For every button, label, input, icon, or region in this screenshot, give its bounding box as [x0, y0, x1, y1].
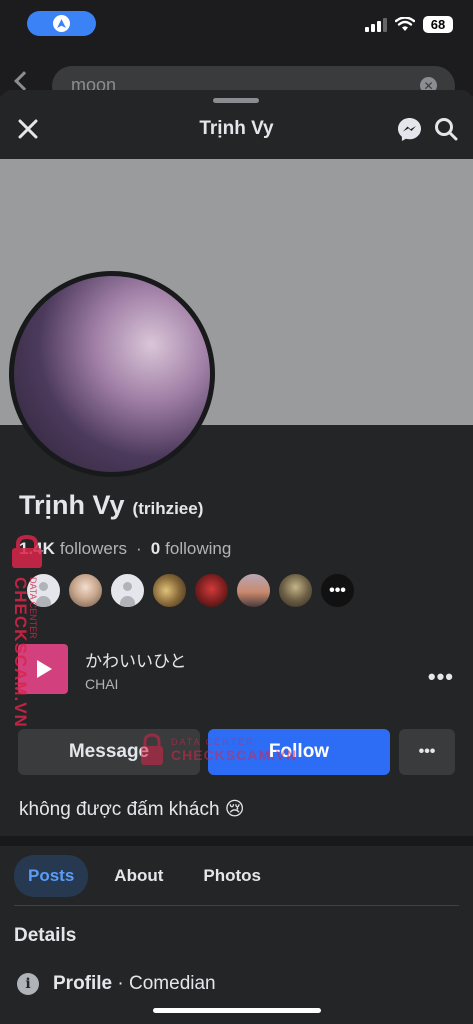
wifi-icon: [395, 17, 415, 31]
more-options-button[interactable]: •••: [399, 729, 455, 775]
lock-icon: [141, 733, 163, 765]
watermark-brand: CHECKSCAM.VN: [11, 577, 30, 728]
more-followers-icon[interactable]: •••: [319, 572, 356, 609]
follower-avatar[interactable]: [277, 572, 314, 609]
watermark-center-sub: DATA CENTER: [171, 737, 255, 747]
details-heading: Details: [14, 925, 77, 946]
follower-avatar[interactable]: [235, 572, 272, 609]
stats-separator: ·: [136, 539, 142, 558]
info-icon: i: [17, 973, 39, 995]
battery-indicator: 68: [423, 16, 453, 33]
profile-username: (trihziee): [132, 499, 204, 518]
follower-avatar[interactable]: [151, 572, 188, 609]
follower-avatar[interactable]: [67, 572, 104, 609]
profile-picture[interactable]: [9, 271, 215, 477]
profile-sheet: Trịnh Vy Trịnh Vy (trihziee) 1.4K follow…: [0, 90, 473, 1024]
watermark-center-brand: CHECKSCAM.VN: [171, 747, 298, 763]
navigation-arrow-icon: [53, 15, 70, 32]
status-icons: 68: [365, 16, 453, 33]
watermark: CHECKSCAM.VN DATA CENTER: [4, 535, 48, 735]
follower-avatars: •••: [25, 572, 356, 609]
music-more-icon[interactable]: •••: [428, 664, 454, 690]
watermark-center: DATA CENTER CHECKSCAM.VN: [139, 733, 297, 767]
tab-about[interactable]: About: [100, 855, 177, 897]
avatar-image: [14, 276, 210, 472]
profile-bio: không được đấm khách 😢: [19, 799, 245, 820]
profile-name: Trịnh Vy: [19, 490, 125, 520]
profile-tabs: Posts About Photos: [14, 855, 275, 897]
detail-key: Profile: [53, 973, 113, 994]
name-row: Trịnh Vy (trihziee): [19, 490, 203, 521]
status-bar: 68: [0, 0, 473, 56]
tab-photos[interactable]: Photos: [189, 855, 275, 897]
lock-icon: [12, 535, 42, 568]
music-artist: CHAI: [85, 675, 119, 692]
sheet-header: Trịnh Vy: [0, 90, 473, 159]
follower-avatar[interactable]: [109, 572, 146, 609]
followers-label[interactable]: followers: [60, 539, 127, 559]
navigation-pill[interactable]: [27, 11, 96, 36]
detail-value: · Comedian: [117, 973, 216, 994]
home-indicator[interactable]: [153, 1008, 321, 1013]
back-chevron-icon[interactable]: [14, 71, 34, 91]
music-title: かわいいひと: [85, 651, 187, 671]
following-label[interactable]: following: [165, 539, 231, 559]
following-count[interactable]: 0: [151, 539, 160, 559]
messenger-icon[interactable]: [396, 116, 423, 143]
follower-avatar[interactable]: [193, 572, 230, 609]
sheet-grabber[interactable]: [213, 98, 259, 103]
watermark-sub: DATA CENTER: [28, 577, 38, 639]
follow-stats: 1.4K followers · 0 following: [19, 539, 231, 559]
section-divider: [0, 836, 473, 846]
signal-icon: [365, 17, 387, 32]
music-info: かわいいひと CHAI: [85, 647, 187, 692]
tabs-divider: [14, 905, 459, 906]
tab-posts[interactable]: Posts: [14, 855, 89, 897]
search-icon[interactable]: [434, 117, 458, 141]
detail-row-profile: i Profile · Comedian: [17, 973, 216, 995]
